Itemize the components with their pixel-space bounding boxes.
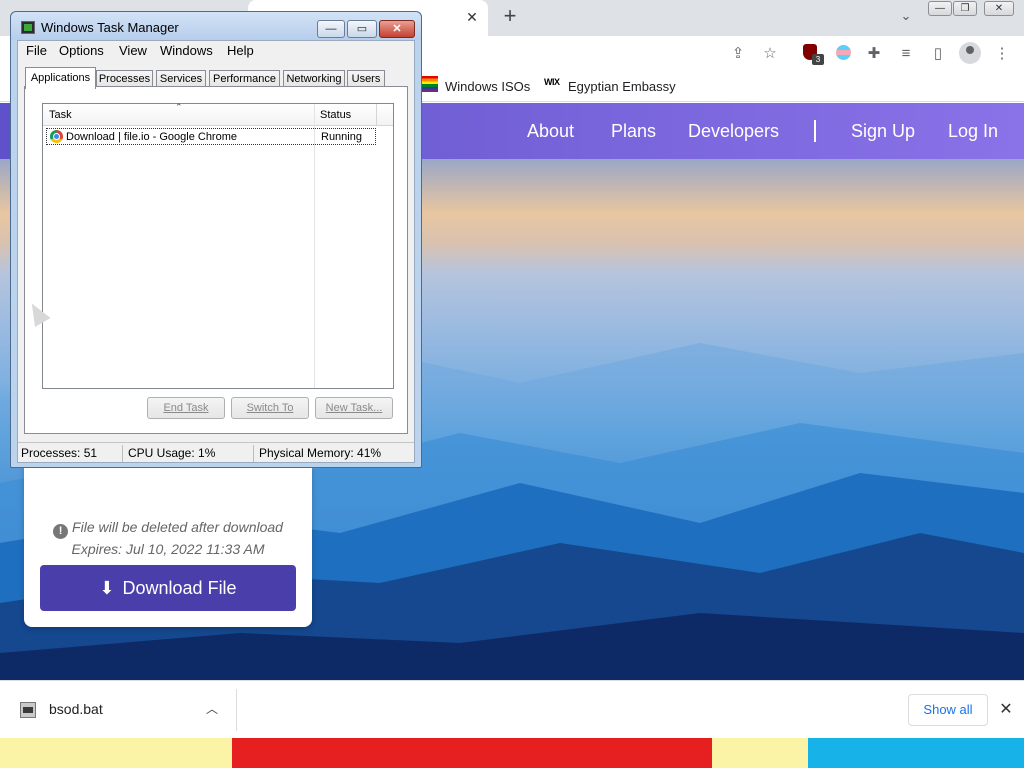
end-task-label: End Task [163, 402, 209, 414]
shelf-divider [236, 689, 237, 731]
download-file-button[interactable]: ⬇ Download File [40, 565, 296, 611]
task-list[interactable]: ⌃ Task Status Download | file.io - Googl… [42, 102, 394, 389]
nav-about-link[interactable]: About [527, 119, 574, 143]
end-task-button[interactable]: End Task [147, 397, 225, 419]
nav-login-link[interactable]: Log In [948, 119, 998, 143]
show-all-button[interactable]: Show all [908, 694, 988, 726]
wix-icon: WIX [544, 77, 560, 87]
delete-notice: ! File will be deleted after download Exp… [24, 517, 312, 559]
menu-windows[interactable]: Windows [160, 43, 213, 58]
sort-indicator-icon: ⌃ [175, 102, 183, 112]
switch-to-label: Switch To [246, 402, 294, 414]
header-divider [376, 104, 377, 126]
media-icon[interactable]: ≡ [896, 44, 916, 64]
menu-file[interactable]: File [26, 43, 47, 58]
column-divider [314, 104, 315, 388]
menu-help[interactable]: Help [227, 43, 254, 58]
tab-search-icon[interactable]: ⌄ [896, 6, 916, 26]
tm-maximize-button[interactable]: ▭ [347, 20, 377, 38]
desktop-wallpaper [0, 738, 1024, 768]
tab-close-icon[interactable]: ✕ [463, 8, 481, 26]
batch-file-icon [20, 702, 36, 718]
info-icon: ! [53, 524, 69, 539]
chrome-icon [50, 130, 63, 143]
wallpaper-red-block [232, 738, 712, 768]
window-close-button[interactable]: ✕ [984, 1, 1014, 16]
ublock-badge: 3 [812, 54, 824, 65]
wallpaper-blue-block [808, 738, 1024, 768]
download-file-name[interactable]: bsod.bat [49, 701, 103, 717]
download-shelf: bsod.bat ︿ Show all ✕ [0, 680, 1024, 738]
share-icon[interactable]: ⇪ [728, 44, 748, 64]
tm-tab-row: Applications Processes Services Performa… [18, 65, 414, 89]
download-label: Download File [122, 578, 237, 598]
switch-to-button[interactable]: Switch To [231, 397, 309, 419]
nav-signup-link[interactable]: Sign Up [851, 119, 915, 143]
status-processes: Processes: 51 [21, 446, 98, 460]
profile-icon[interactable] [959, 42, 981, 64]
task-manager-titlebar[interactable]: Windows Task Manager — ▭ ✕ [11, 12, 421, 40]
nav-plans-link[interactable]: Plans [611, 119, 656, 143]
task-manager-icon [21, 21, 35, 34]
status-memory: Physical Memory: 41% [259, 446, 382, 460]
puzzle-icon[interactable]: ✚ [864, 44, 884, 64]
tab-applications[interactable]: Applications [25, 67, 96, 89]
sidepanel-icon[interactable]: ▯ [928, 44, 948, 64]
nav-developers-link[interactable]: Developers [688, 119, 779, 143]
tm-status-bar: Processes: 51 CPU Usage: 1% Physical Mem… [18, 442, 414, 462]
tm-minimize-button[interactable]: — [317, 20, 345, 38]
task-list-header: ⌃ Task Status [43, 102, 393, 126]
status-separator [253, 445, 254, 462]
task-name: Download | file.io - Google Chrome [66, 131, 237, 143]
expiry-text: Expires: Jul 10, 2022 11:33 AM [71, 541, 265, 557]
task-manager-title: Windows Task Manager [41, 20, 179, 35]
column-status[interactable]: Status [320, 109, 351, 121]
new-task-button[interactable]: New Task... [315, 397, 393, 419]
menu-view[interactable]: View [119, 43, 147, 58]
nav-divider [814, 120, 816, 142]
bookmark-windows-isos[interactable]: Windows ISOs [445, 77, 530, 97]
notice-text: File will be deleted after download [72, 519, 283, 535]
close-icon[interactable]: ✕ [996, 700, 1016, 720]
task-manager-window[interactable]: Windows Task Manager — ▭ ✕ File Options … [10, 11, 422, 468]
star-icon[interactable]: ☆ [760, 44, 780, 64]
restore-button[interactable]: ❐ [953, 1, 977, 16]
menu-icon[interactable]: ⋮ [992, 44, 1012, 64]
download-card: ! File will be deleted after download Exp… [24, 443, 312, 627]
status-cpu: CPU Usage: 1% [128, 446, 216, 460]
tm-close-button[interactable]: ✕ [379, 20, 415, 38]
new-tab-button[interactable]: + [499, 4, 521, 28]
table-row[interactable]: Download | file.io - Google Chrome Runni… [46, 128, 376, 145]
new-task-label: New Task... [325, 402, 383, 414]
status-separator [122, 445, 123, 462]
minimize-button[interactable]: — [928, 1, 952, 16]
task-manager-body: File Options View Windows Help Applicati… [17, 40, 415, 463]
menu-options[interactable]: Options [59, 43, 104, 58]
bookmark-egyptian-embassy[interactable]: Egyptian Embassy [568, 77, 676, 97]
download-icon: ⬇ [99, 578, 115, 598]
wallpaper-yellow-block [712, 738, 808, 768]
tm-menu-bar: File Options View Windows Help [18, 41, 414, 61]
task-status: Running [321, 131, 362, 143]
chevron-up-icon[interactable]: ︿ [204, 700, 220, 717]
column-task[interactable]: Task [49, 109, 72, 121]
extension-icon[interactable] [836, 45, 851, 60]
applications-panel: ⌃ Task Status Download | file.io - Googl… [24, 86, 408, 434]
rainbow-flag-icon [422, 76, 438, 92]
